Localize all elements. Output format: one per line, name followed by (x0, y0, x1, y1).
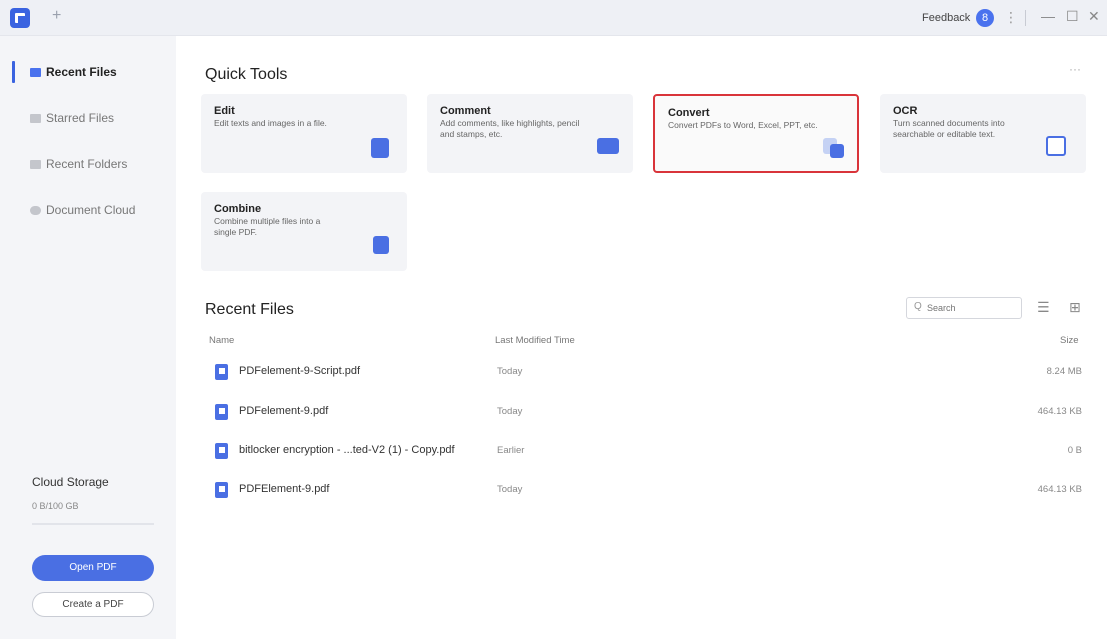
more-options-icon[interactable]: ··· (1069, 62, 1081, 76)
sidebar-item-recent-files[interactable]: Recent Files (30, 62, 117, 82)
active-indicator (12, 61, 15, 83)
file-modified: Today (497, 366, 523, 377)
table-row[interactable]: bitlocker encryption - ...ted-V2 (1) - C… (205, 437, 1082, 475)
tool-description: Combine multiple files into a single PDF… (214, 216, 321, 237)
comment-icon (597, 138, 619, 154)
minimize-button[interactable]: — (1041, 8, 1055, 24)
title-bar: + Feedback 8 ⋮ — ☐ ✕ (0, 0, 1107, 36)
close-button[interactable]: ✕ (1088, 8, 1100, 25)
file-modified: Earlier (497, 445, 525, 456)
tool-title: OCR (893, 105, 918, 117)
tool-title: Comment (440, 105, 491, 117)
cloud-storage-usage: 0 B/100 GB (32, 501, 79, 511)
recent-files-icon (30, 68, 41, 77)
column-header-size[interactable]: Size (1060, 335, 1078, 346)
app-logo-icon[interactable] (10, 8, 30, 28)
ocr-icon (1046, 136, 1066, 156)
quick-tools-title: Quick Tools (205, 66, 288, 83)
tool-description: Turn scanned documents into searchable o… (893, 118, 1005, 139)
sidebar-item-starred-files[interactable]: Starred Files (30, 108, 114, 128)
sidebar-item-label: Recent Files (46, 65, 117, 79)
folder-icon (30, 160, 41, 169)
sidebar-item-document-cloud[interactable]: Document Cloud (30, 200, 135, 220)
table-row[interactable]: PDFelement-9-Script.pdf Today 8.24 MB (205, 358, 1082, 396)
cloud-storage-title: Cloud Storage (32, 475, 109, 489)
tool-description: Add comments, like highlights, pencil an… (440, 118, 580, 139)
pdf-file-icon (215, 404, 228, 420)
sidebar-item-label: Starred Files (46, 111, 115, 125)
maximize-button[interactable]: ☐ (1066, 8, 1079, 25)
sidebar-item-label: Document Cloud (46, 203, 136, 217)
pdf-file-icon (215, 443, 228, 459)
file-name: bitlocker encryption - ...ted-V2 (1) - C… (239, 444, 455, 456)
column-header-modified[interactable]: Last Modified Time (495, 335, 575, 346)
pdf-file-icon (215, 482, 228, 498)
tool-card-convert[interactable]: Convert Convert PDFs to Word, Excel, PPT… (653, 94, 859, 173)
convert-arrow-icon (830, 144, 844, 158)
list-view-icon[interactable]: ☰ (1037, 299, 1050, 316)
tool-title: Convert (668, 107, 710, 119)
file-modified: Today (497, 484, 523, 495)
tool-card-comment[interactable]: Comment Add comments, like highlights, p… (427, 94, 633, 173)
file-modified: Today (497, 406, 523, 417)
file-size: 464.13 KB (1037, 406, 1082, 417)
cloud-icon (30, 206, 41, 215)
tool-title: Edit (214, 105, 235, 117)
recent-files-title: Recent Files (205, 301, 294, 318)
sidebar: Recent Files Starred Files Recent Folder… (0, 36, 176, 639)
tool-card-combine[interactable]: Combine Combine multiple files into a si… (201, 192, 407, 271)
file-name: PDFelement-9.pdf (239, 405, 329, 417)
table-row[interactable]: PDFelement-9.pdf Today 464.13 KB (205, 398, 1082, 436)
table-row[interactable]: PDFElement-9.pdf Today 464.13 KB (205, 476, 1082, 514)
sidebar-item-label: Recent Folders (46, 157, 128, 171)
search-icon: Q (914, 301, 922, 312)
new-tab-button[interactable]: + (52, 7, 61, 25)
file-size: 8.24 MB (1046, 366, 1082, 377)
user-avatar-icon[interactable]: 8 (976, 9, 994, 27)
file-size: 464.13 KB (1037, 484, 1082, 495)
grid-view-icon[interactable]: ⊞ (1069, 299, 1081, 316)
edit-icon (371, 138, 389, 158)
pdf-file-icon (215, 364, 228, 380)
cloud-storage-bar (32, 523, 154, 525)
tool-description: Convert PDFs to Word, Excel, PPT, etc. (668, 120, 818, 130)
open-pdf-button[interactable]: Open PDF (32, 555, 154, 581)
file-name: PDFelement-9-Script.pdf (239, 365, 361, 377)
combine-icon (373, 236, 389, 254)
titlebar-divider (1025, 10, 1026, 26)
tool-card-ocr[interactable]: OCR Turn scanned documents into searchab… (880, 94, 1086, 173)
tool-title: Combine (214, 203, 262, 215)
feedback-link[interactable]: Feedback (922, 12, 970, 24)
tool-description: Edit texts and images in a file. (214, 118, 327, 128)
starred-files-icon (30, 114, 41, 123)
search-input[interactable] (927, 301, 1017, 315)
file-size: 0 B (1067, 445, 1082, 456)
search-box[interactable]: Q (906, 297, 1022, 319)
file-name: PDFElement-9.pdf (239, 483, 330, 495)
menu-icon[interactable]: ⋮ (1004, 9, 1018, 26)
column-header-name[interactable]: Name (209, 335, 234, 346)
sidebar-item-recent-folders[interactable]: Recent Folders (30, 154, 127, 174)
create-pdf-button[interactable]: Create a PDF (32, 592, 154, 617)
tool-card-edit[interactable]: Edit Edit texts and images in a file. (201, 94, 407, 173)
